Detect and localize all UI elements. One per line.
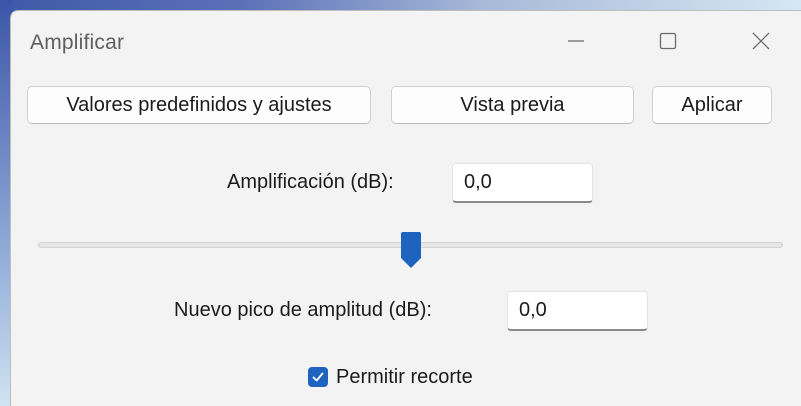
maximize-icon: [659, 32, 677, 50]
checkmark-icon: [312, 372, 324, 382]
maximize-button[interactable]: [645, 21, 691, 61]
new-peak-amplitude-input[interactable]: [507, 291, 648, 331]
amplification-slider-thumb[interactable]: [400, 231, 422, 269]
allow-clipping-option[interactable]: Permitir recorte: [308, 365, 473, 389]
presets-and-settings-button[interactable]: Valores predefinidos y ajustes: [27, 86, 371, 124]
window-title: Amplificar: [30, 31, 125, 54]
amplify-dialog: Amplificar Valores predefinidos y ajuste…: [10, 10, 801, 406]
new-peak-amplitude-label: Nuevo pico de amplitud (dB):: [174, 299, 432, 321]
minimize-button[interactable]: [553, 21, 599, 61]
apply-button[interactable]: Aplicar: [652, 86, 772, 124]
allow-clipping-checkbox[interactable]: [308, 367, 328, 387]
allow-clipping-label: Permitir recorte: [336, 365, 473, 388]
amplification-label: Amplificación (dB):: [227, 171, 394, 193]
amplification-input[interactable]: [452, 163, 593, 203]
close-button[interactable]: [738, 21, 784, 61]
minimize-icon: [568, 40, 584, 42]
title-bar[interactable]: Amplificar: [11, 11, 801, 73]
preview-button[interactable]: Vista previa: [391, 86, 634, 124]
close-icon: [752, 32, 770, 50]
